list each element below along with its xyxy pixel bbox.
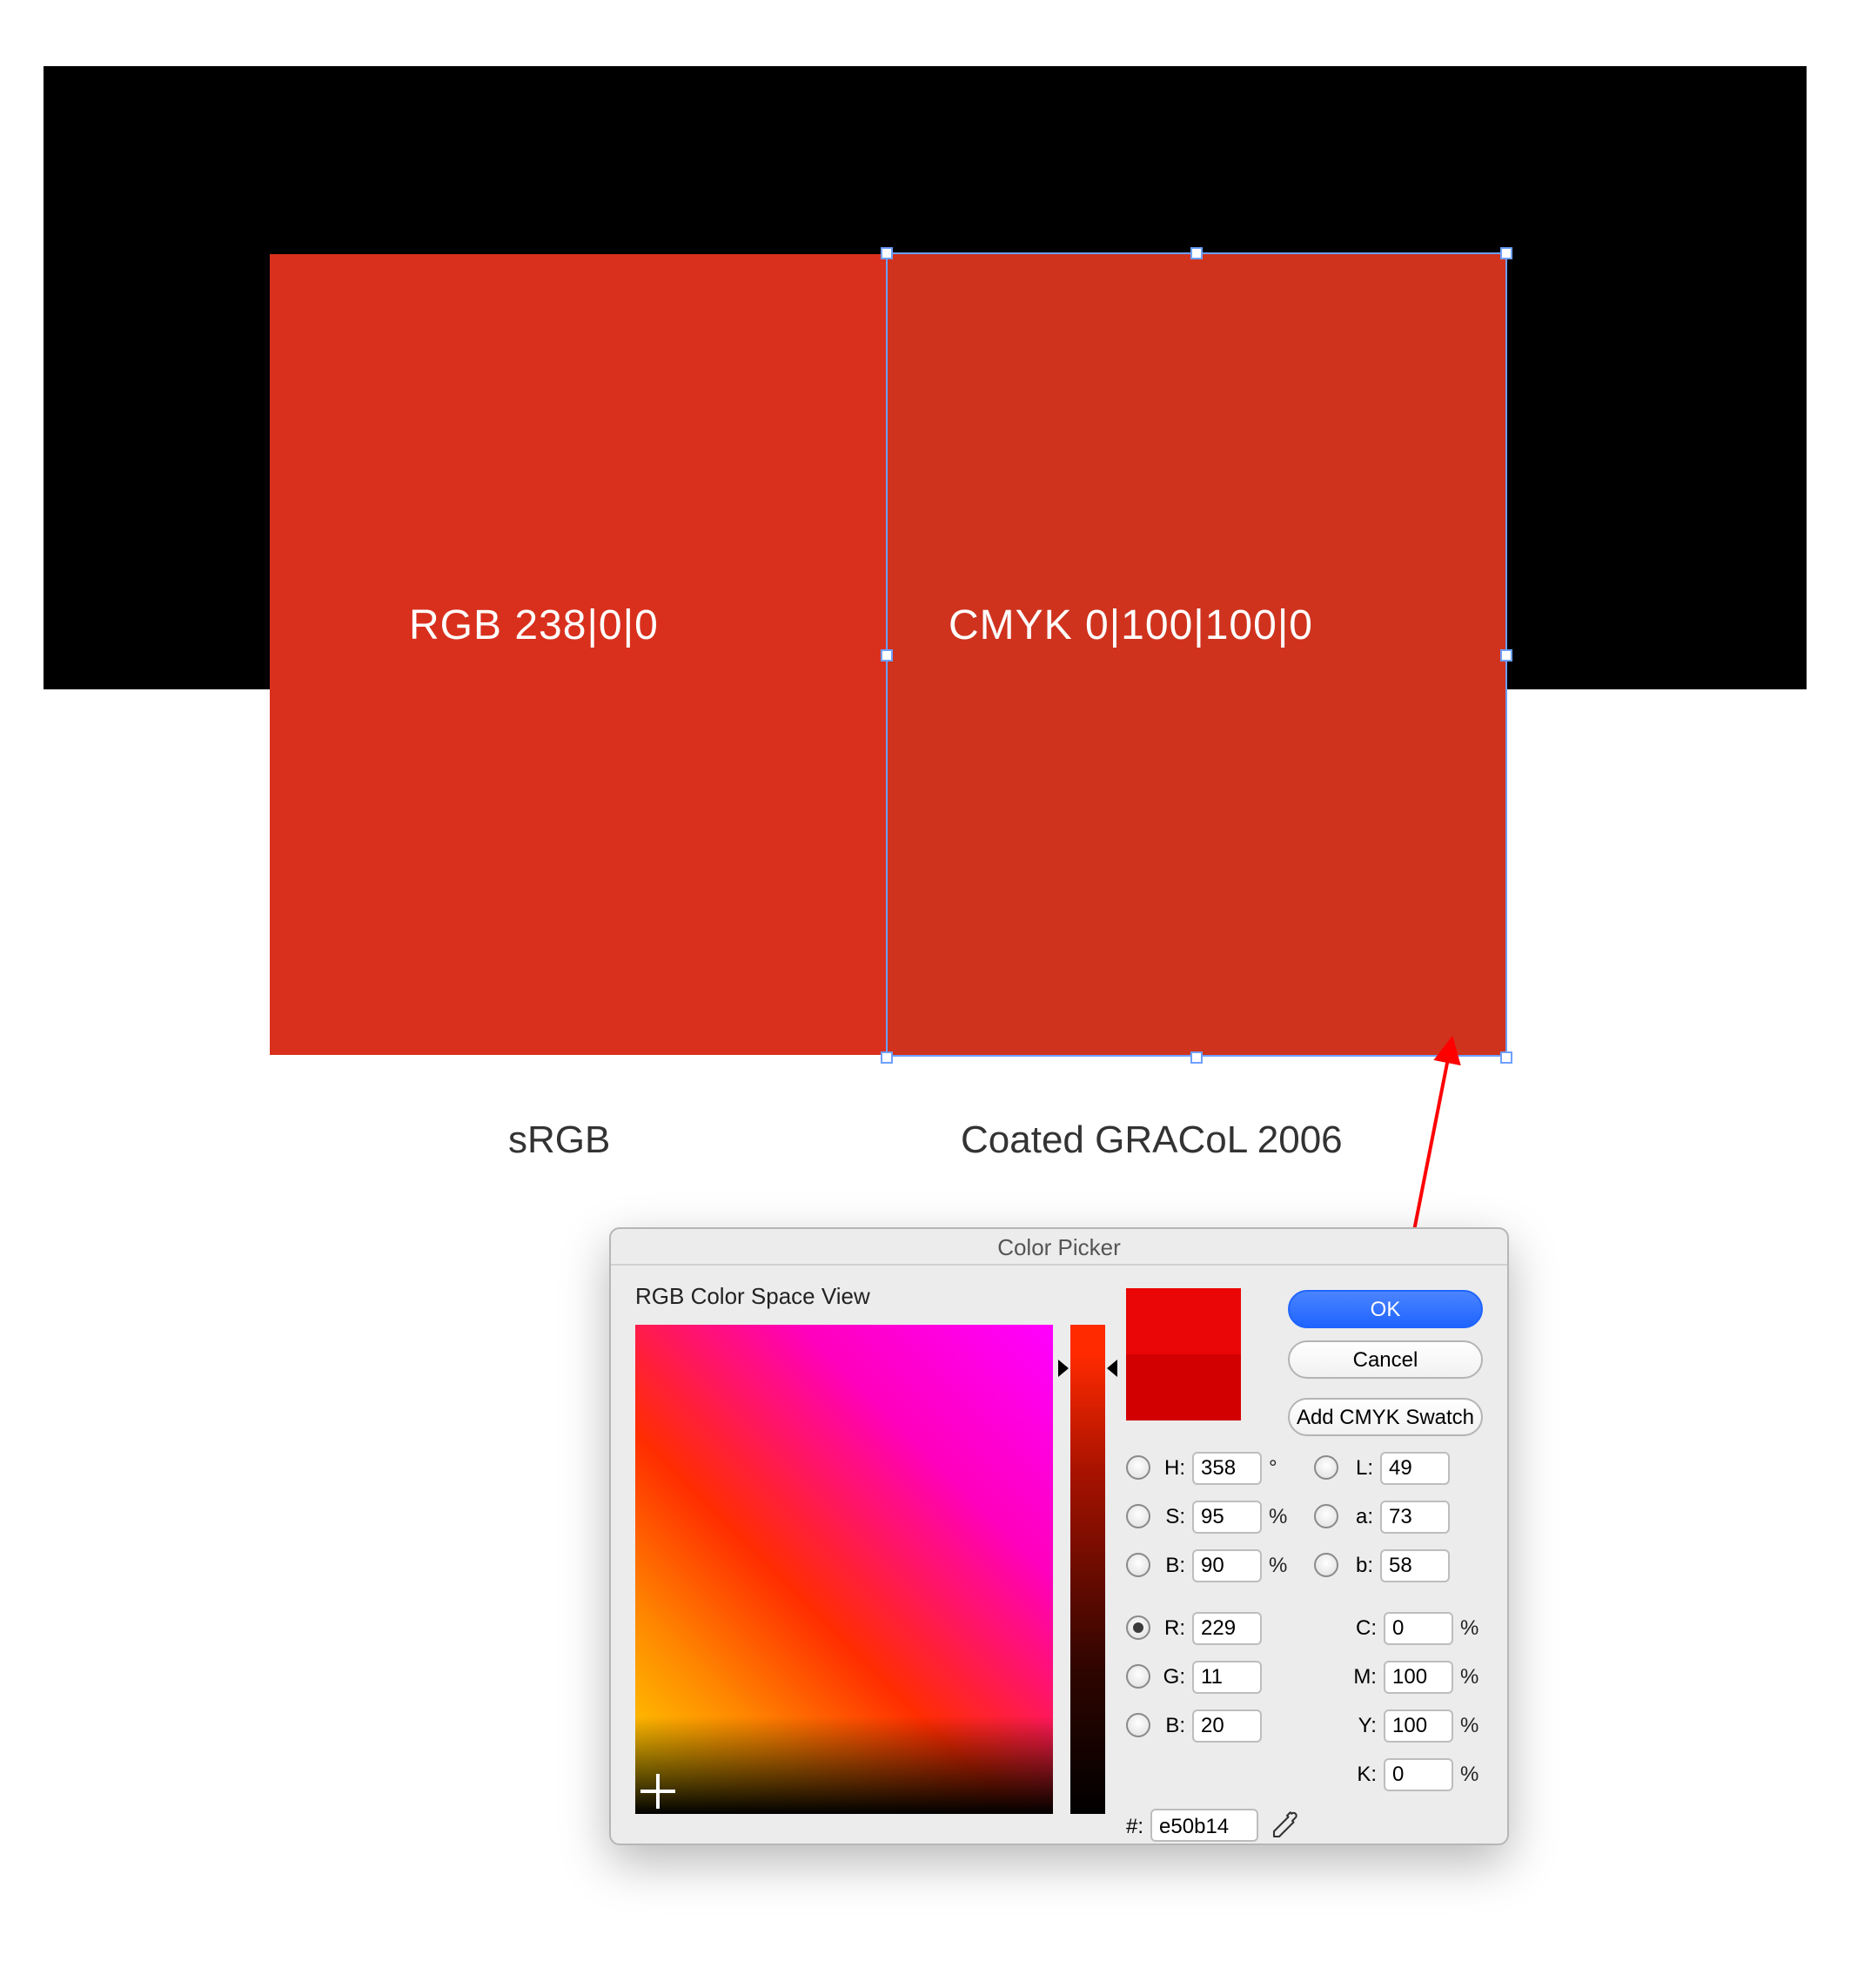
radio-g[interactable] xyxy=(1126,1664,1150,1689)
unit-degree: ° xyxy=(1269,1455,1293,1480)
radio-b-rgb[interactable] xyxy=(1126,1713,1150,1737)
input-k[interactable] xyxy=(1384,1757,1453,1790)
input-a[interactable] xyxy=(1380,1500,1450,1533)
label-k: K: xyxy=(1345,1762,1377,1786)
eyedropper-icon[interactable] xyxy=(1269,1810,1300,1841)
add-cmyk-swatch-button[interactable]: Add CMYK Swatch xyxy=(1288,1398,1483,1436)
label-b-rgb: B: xyxy=(1157,1713,1185,1737)
unit-percent: % xyxy=(1460,1713,1485,1737)
label-g: G: xyxy=(1157,1664,1185,1689)
saturation-brightness-field[interactable] xyxy=(635,1325,1053,1814)
label-b-hsb: B: xyxy=(1157,1553,1185,1577)
input-b-hsb[interactable] xyxy=(1192,1548,1262,1582)
swatch-cmyk[interactable] xyxy=(888,254,1505,1055)
input-l[interactable] xyxy=(1380,1451,1450,1484)
label-s: S: xyxy=(1157,1504,1185,1528)
label-r: R: xyxy=(1157,1615,1185,1640)
color-preview xyxy=(1126,1288,1241,1420)
swatch-cmyk-profile: Coated GRACoL 2006 xyxy=(961,1118,1343,1163)
swatch-rgb-profile: sRGB xyxy=(508,1118,610,1163)
input-g[interactable] xyxy=(1192,1660,1262,1693)
swatch-rgb-label: RGB 238|0|0 xyxy=(409,602,659,651)
unit-percent: % xyxy=(1269,1553,1293,1577)
dialog-title: Color Picker xyxy=(611,1229,1507,1266)
input-h[interactable] xyxy=(1192,1451,1262,1484)
radio-b-hsb[interactable] xyxy=(1126,1553,1150,1577)
unit-percent: % xyxy=(1460,1615,1485,1640)
swatch-cmyk-label: CMYK 0|100|100|0 xyxy=(949,602,1313,651)
radio-l[interactable] xyxy=(1314,1455,1338,1480)
radio-s[interactable] xyxy=(1126,1504,1150,1528)
label-h: H: xyxy=(1157,1455,1185,1480)
label-c: C: xyxy=(1345,1615,1377,1640)
label-hex: #: xyxy=(1126,1813,1143,1837)
input-s[interactable] xyxy=(1192,1500,1262,1533)
color-space-view-label: RGB Color Space View xyxy=(635,1283,870,1309)
unit-percent: % xyxy=(1460,1664,1485,1689)
label-a: a: xyxy=(1345,1504,1373,1528)
cancel-button[interactable]: Cancel xyxy=(1288,1340,1483,1379)
input-y[interactable] xyxy=(1384,1709,1453,1742)
radio-h[interactable] xyxy=(1126,1455,1150,1480)
color-preview-new xyxy=(1126,1288,1241,1354)
label-y: Y: xyxy=(1345,1713,1377,1737)
label-m: M: xyxy=(1345,1664,1377,1689)
radio-a[interactable] xyxy=(1314,1504,1338,1528)
radio-lab-b[interactable] xyxy=(1314,1553,1338,1577)
label-l: L: xyxy=(1345,1455,1373,1480)
radio-r[interactable] xyxy=(1126,1615,1150,1640)
input-lab-b[interactable] xyxy=(1380,1548,1450,1582)
input-hex[interactable] xyxy=(1150,1809,1258,1842)
hue-slider[interactable] xyxy=(1070,1325,1105,1814)
input-b-rgb[interactable] xyxy=(1192,1709,1262,1742)
input-r[interactable] xyxy=(1192,1611,1262,1644)
label-lab-b: b: xyxy=(1345,1553,1373,1577)
ok-button[interactable]: OK xyxy=(1288,1290,1483,1328)
color-picker-dialog: Color Picker RGB Color Space View OK Can… xyxy=(609,1227,1509,1845)
color-preview-current xyxy=(1126,1354,1241,1420)
unit-percent: % xyxy=(1460,1762,1485,1786)
unit-percent: % xyxy=(1269,1504,1293,1528)
input-c[interactable] xyxy=(1384,1611,1453,1644)
sb-crosshair-icon xyxy=(640,1774,675,1809)
swatch-rgb[interactable] xyxy=(270,254,888,1055)
input-m[interactable] xyxy=(1384,1660,1453,1693)
